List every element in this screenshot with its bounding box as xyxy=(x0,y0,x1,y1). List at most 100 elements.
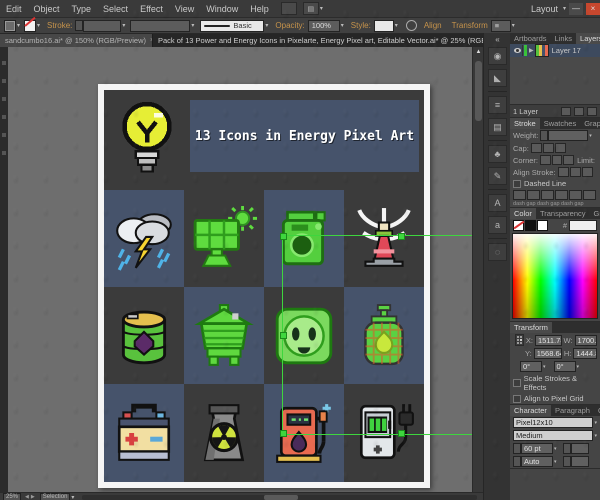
delete-layer-icon[interactable] xyxy=(587,106,597,116)
font-style-field[interactable]: Medium xyxy=(513,430,594,441)
coal-furnace-icon[interactable] xyxy=(191,303,257,369)
tab-links[interactable]: Links xyxy=(551,33,577,44)
tracking-stepper[interactable] xyxy=(562,456,571,467)
nuclear-plant-icon[interactable] xyxy=(191,400,257,466)
workspace-switcher[interactable]: Layout xyxy=(527,4,562,14)
shear-field[interactable]: 0° xyxy=(553,361,576,372)
collapse-dock-icon[interactable]: « xyxy=(495,35,499,44)
kerning-arrow-icon[interactable]: ▾ xyxy=(554,459,557,465)
dash-field[interactable] xyxy=(513,190,526,200)
menu-edit[interactable]: Edit xyxy=(0,4,28,14)
wind-turbine-icon[interactable] xyxy=(351,206,417,272)
tab-opentype[interactable]: OpenType xyxy=(594,405,600,416)
tab-color[interactable]: Color xyxy=(510,208,536,219)
tab-layers[interactable]: Layers xyxy=(576,33,600,44)
canvas[interactable]: 13 Icons in Energy Pixel Art xyxy=(8,47,472,492)
zoom-field[interactable]: 25% xyxy=(3,493,22,500)
control-menu-arrow-icon[interactable]: ▾ xyxy=(512,22,515,29)
stroke-weight-stepper[interactable] xyxy=(75,20,84,31)
leading-stepper[interactable] xyxy=(562,443,571,454)
menu-window[interactable]: Window xyxy=(200,4,244,14)
weight-stepper[interactable] xyxy=(540,130,549,141)
none-swatch[interactable] xyxy=(513,220,524,231)
corner-round-button[interactable] xyxy=(551,155,563,165)
dash-field[interactable] xyxy=(541,190,554,200)
visibility-toggle[interactable] xyxy=(512,45,523,56)
black-swatch[interactable] xyxy=(525,220,536,231)
tab-swatches[interactable]: Swatches xyxy=(540,118,581,129)
vertical-scroll-thumb[interactable] xyxy=(475,61,482,121)
expand-layer-icon[interactable]: ▶ xyxy=(529,47,534,54)
y-field[interactable]: 1568.64 pt xyxy=(533,348,562,359)
weight-arrow-icon[interactable]: ▾ xyxy=(589,133,592,139)
dash-field[interactable] xyxy=(569,190,582,200)
menu-object[interactable]: Object xyxy=(28,4,66,14)
style-swatch[interactable] xyxy=(373,19,394,32)
new-layer-icon[interactable] xyxy=(574,106,584,116)
appearance-panel-icon[interactable]: ◣ xyxy=(488,69,507,87)
align-label[interactable]: Align xyxy=(424,21,442,30)
minimize-button[interactable]: — xyxy=(569,2,583,15)
gap-field[interactable] xyxy=(527,190,540,200)
menu-select[interactable]: Select xyxy=(97,4,134,14)
artboard-nav-icons[interactable]: ◀▶ xyxy=(25,494,37,500)
fuel-canister-icon[interactable] xyxy=(271,206,337,272)
kerning-stepper[interactable] xyxy=(513,456,521,467)
hex-field[interactable] xyxy=(569,220,597,231)
gas-tank-icon[interactable] xyxy=(351,303,417,369)
style-arrow-icon[interactable]: ▾ xyxy=(395,22,398,29)
light-bulb-icon[interactable] xyxy=(104,90,190,190)
document-setup-icon[interactable] xyxy=(405,20,417,31)
solar-panel-icon[interactable] xyxy=(191,205,257,272)
arrange-documents-arrow-icon[interactable]: ▾ xyxy=(320,5,323,12)
layer-name[interactable]: Layer 17 xyxy=(552,46,581,55)
font-size-arrow-icon[interactable]: ▾ xyxy=(554,446,557,452)
tracking-field[interactable] xyxy=(570,456,589,467)
rotate-arrow-icon[interactable]: ▾ xyxy=(543,364,546,370)
x-field[interactable]: 1511.784 pt xyxy=(534,334,562,346)
workspace-arrow-icon[interactable]: ▾ xyxy=(563,5,566,12)
weight-field[interactable] xyxy=(548,130,589,141)
horizontal-scroll-thumb[interactable] xyxy=(263,494,298,500)
power-socket-icon[interactable] xyxy=(271,303,337,369)
gap-field[interactable] xyxy=(583,190,596,200)
shear-arrow-icon[interactable]: ▾ xyxy=(577,364,580,370)
locate-object-icon[interactable] xyxy=(561,106,571,116)
opacity-field[interactable]: 100% xyxy=(307,19,340,32)
profile-arrow-icon[interactable]: ▾ xyxy=(191,22,194,29)
brushes-panel-icon[interactable]: ✎ xyxy=(488,167,507,185)
variable-width-profile[interactable] xyxy=(130,19,191,32)
opacity-arrow-icon[interactable]: ▾ xyxy=(341,22,344,29)
car-battery-icon[interactable] xyxy=(111,400,177,466)
glyphs-panel-icon[interactable]: a xyxy=(488,216,507,234)
font-arrow-icon[interactable]: ▾ xyxy=(594,420,597,426)
kerning-field[interactable]: Auto xyxy=(521,456,553,467)
color-spectrum[interactable] xyxy=(512,233,598,319)
character-styles-panel-icon[interactable]: A xyxy=(488,194,507,212)
cap-projecting-button[interactable] xyxy=(554,143,566,153)
close-button[interactable]: × xyxy=(586,2,600,15)
corner-bevel-button[interactable] xyxy=(563,155,575,165)
h-field[interactable]: 1444.845 xyxy=(573,348,597,359)
horizontal-scrollbar[interactable] xyxy=(82,494,477,500)
transform-label[interactable]: Transform xyxy=(452,21,488,30)
white-swatch[interactable] xyxy=(537,220,548,231)
color-guide-panel-icon[interactable]: ◉ xyxy=(488,47,507,65)
align-inside-button[interactable] xyxy=(569,167,581,177)
fuel-pump-icon[interactable] xyxy=(271,400,337,466)
storm-cloud-icon[interactable] xyxy=(111,206,177,272)
opacity-label[interactable]: Opacity: xyxy=(275,21,304,30)
control-menu-icon[interactable]: ≡ xyxy=(490,19,511,32)
tab-paragraph[interactable]: Paragraph xyxy=(551,405,594,416)
scale-strokes-checkbox[interactable] xyxy=(513,379,521,387)
arrange-documents-icon[interactable]: ▤ xyxy=(302,2,319,15)
document-tab-inactive[interactable]: sandcumbo16.ai* @ 150% (RGB/Preview) × xyxy=(0,34,152,47)
menu-effect[interactable]: Effect xyxy=(134,4,169,14)
oil-barrel-icon[interactable] xyxy=(111,303,177,369)
bridge-icon[interactable] xyxy=(280,2,297,15)
menu-view[interactable]: View xyxy=(169,4,200,14)
align-pixel-grid-checkbox[interactable] xyxy=(513,394,521,403)
stroke-panel-icon[interactable]: ≡ xyxy=(488,96,507,114)
menu-type[interactable]: Type xyxy=(66,4,98,14)
layer-row[interactable]: ▶ Layer 17 xyxy=(510,44,600,57)
